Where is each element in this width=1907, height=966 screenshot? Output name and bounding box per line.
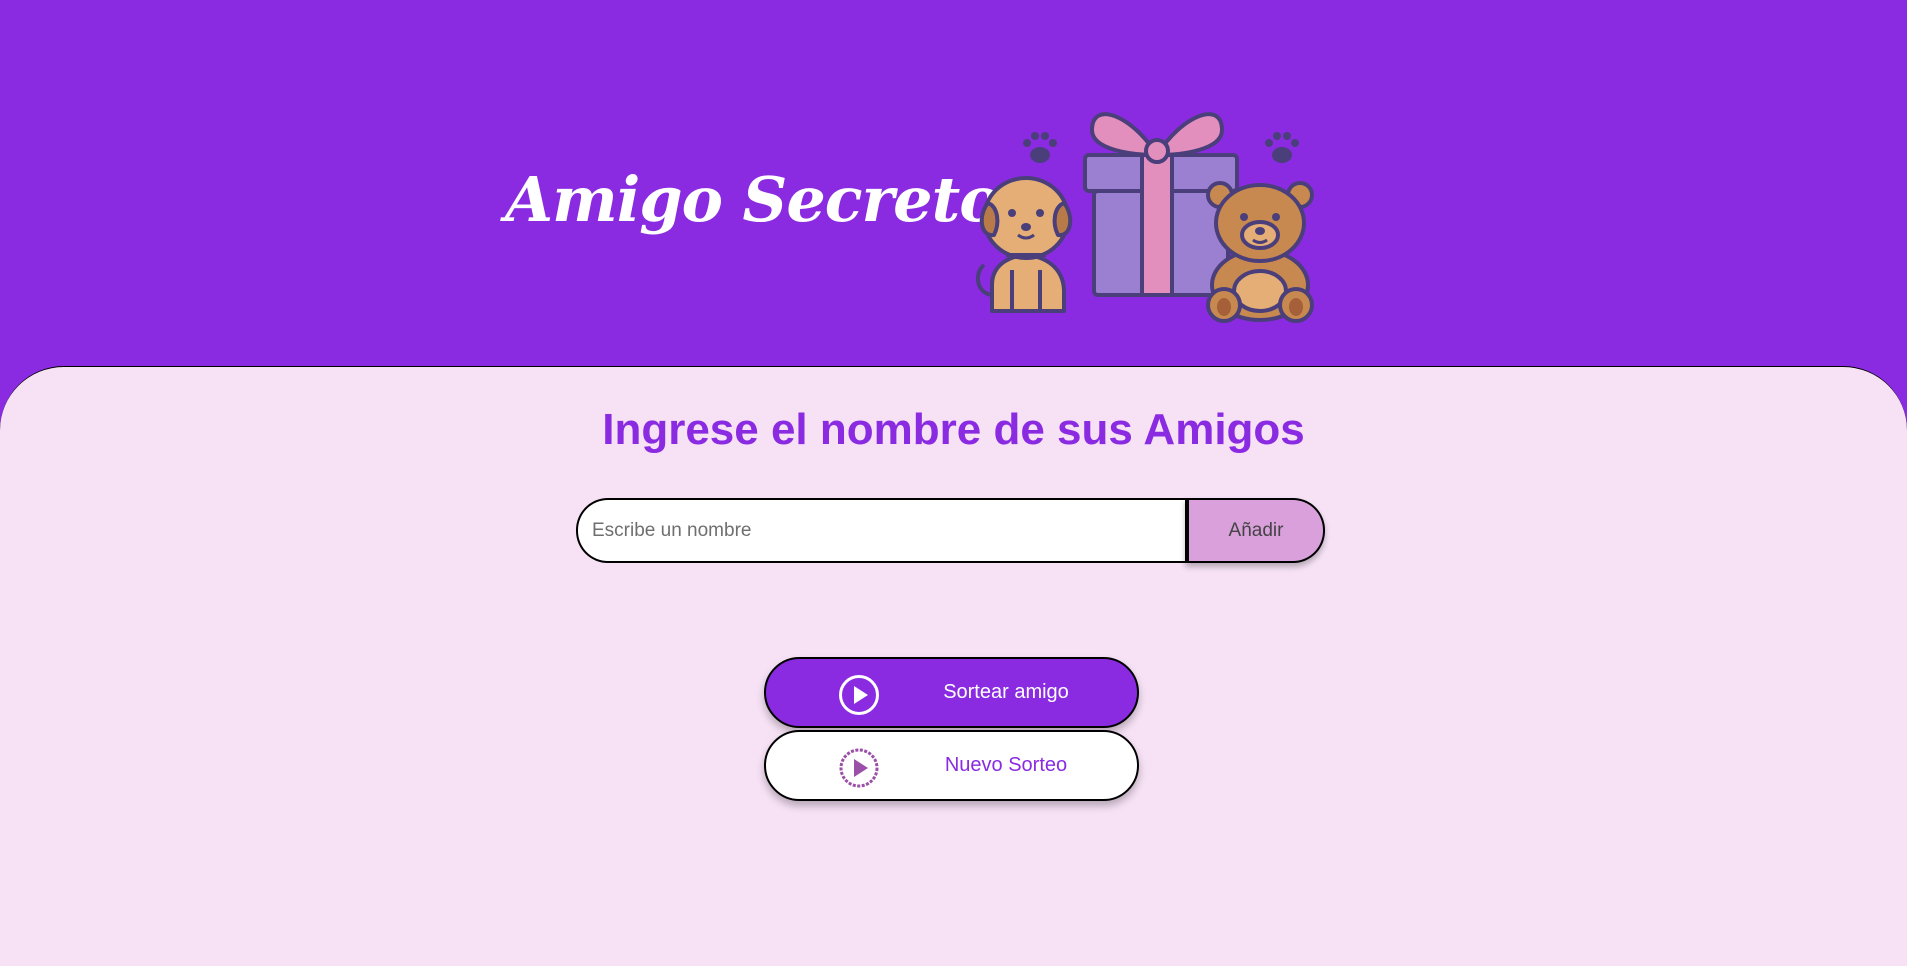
new-draw-button[interactable]: Nuevo Sorteo (764, 730, 1139, 801)
play-circle-icon (839, 748, 879, 788)
main-panel: Ingrese el nombre de sus Amigos Añadir S… (0, 366, 1907, 966)
new-draw-label: Nuevo Sorteo (944, 754, 1068, 776)
add-friend-form: Añadir (576, 498, 1325, 563)
draw-friend-label: Sortear amigo (943, 681, 1069, 703)
paw-print-icon (1265, 132, 1299, 163)
friend-name-input[interactable] (576, 498, 1188, 563)
play-circle-icon (839, 675, 879, 715)
section-heading: Ingrese el nombre de sus Amigos (602, 405, 1305, 454)
header: Amigo Secreto (0, 0, 1907, 366)
draw-friend-button[interactable]: Sortear amigo (764, 657, 1139, 728)
add-button[interactable]: Añadir (1185, 498, 1325, 563)
page-title: Amigo Secreto (505, 163, 1001, 236)
paw-print-icon (1023, 132, 1057, 163)
gift-puppy-bear-illustration (975, 112, 1314, 323)
